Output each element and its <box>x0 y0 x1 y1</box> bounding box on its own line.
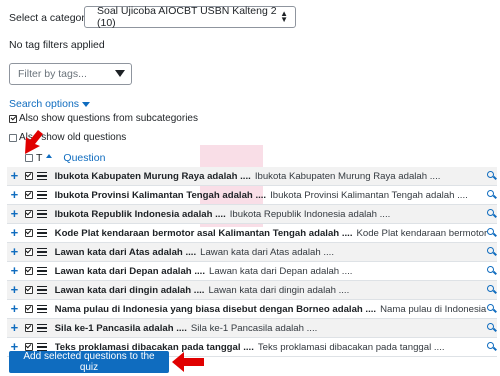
add-selected-button[interactable]: Add selected questions to the quiz <box>9 351 169 373</box>
question-name: Ibukota Provinsi Kalimantan Tengah adala… <box>54 189 267 201</box>
row-checkbox[interactable] <box>24 229 33 237</box>
question-sort-header[interactable]: Question <box>63 152 105 164</box>
question-list: + Ibukota Kabupaten Murung Raya adalah ..… <box>7 167 497 357</box>
row-checkbox[interactable] <box>24 343 33 351</box>
question-text: Ibukota Republik Indonesia adalah .... <box>229 208 391 220</box>
add-to-quiz-icon[interactable]: + <box>8 169 21 182</box>
add-to-quiz-icon[interactable]: + <box>8 226 21 239</box>
row-checkbox[interactable] <box>24 286 33 294</box>
tag-filter-placeholder: Filter by tags... <box>18 68 87 80</box>
select-arrows-icon: ▲ ▼ <box>280 9 288 24</box>
old-questions-checkbox[interactable] <box>9 133 17 142</box>
essay-type-icon <box>36 285 47 295</box>
tag-filter-input[interactable]: Filter by tags... <box>9 63 132 85</box>
essay-type-icon <box>36 323 47 333</box>
category-select[interactable]: Soal Ujicoba AIOCBT USBN Kalteng 2 (10) … <box>84 5 296 29</box>
question-text-cell: Sila ke-1 Pancasila adalah .... Sila ke-1… <box>55 323 497 334</box>
row-checkbox[interactable] <box>24 248 33 256</box>
table-row: + Nama pulau di Indonesia yang biasa dise… <box>7 300 497 319</box>
question-text: Lawan kata dari dingin adalah .... <box>208 284 350 296</box>
question-text-cell: Ibukota Kabupaten Murung Raya adalah ...… <box>55 171 497 182</box>
subcategories-option: Also show questions from subcategories <box>9 113 198 124</box>
row-checkbox[interactable] <box>24 172 33 180</box>
question-name: Sila ke-1 Pancasila adalah .... <box>54 322 187 334</box>
category-selected-value: Soal Ujicoba AIOCBT USBN Kalteng 2 (10) <box>97 5 277 29</box>
preview-icon[interactable] <box>487 209 494 216</box>
question-text-cell: Lawan kata dari dingin adalah .... Lawan … <box>55 285 497 296</box>
essay-type-icon <box>36 247 47 257</box>
preview-icon[interactable] <box>487 190 494 197</box>
search-options-label: Search options <box>9 98 80 110</box>
essay-type-icon <box>36 266 47 276</box>
question-text-cell: Lawan kata dari Depan adalah .... Lawan k… <box>55 266 497 277</box>
dropdown-arrow-icon[interactable] <box>115 70 125 77</box>
preview-icon[interactable] <box>487 304 494 311</box>
question-name: Kode Plat kendaraan bermotor asal Kalima… <box>54 227 353 239</box>
question-name: Lawan kata dari dingin adalah .... <box>54 284 205 296</box>
question-name: Ibukota Republik Indonesia adalah .... <box>54 208 226 220</box>
question-text-cell: Ibukota Provinsi Kalimantan Tengah adala… <box>55 190 497 201</box>
question-text: Ibukota Kabupaten Murung Raya adalah ...… <box>254 170 441 182</box>
add-to-quiz-icon[interactable]: + <box>8 207 21 220</box>
essay-type-icon <box>36 209 47 219</box>
row-checkbox[interactable] <box>24 210 33 218</box>
question-text: Lawan kata dari Atas adalah .... <box>200 246 334 258</box>
preview-icon[interactable] <box>487 342 494 349</box>
row-checkbox[interactable] <box>24 267 33 275</box>
preview-icon[interactable] <box>487 171 494 178</box>
question-text: Lawan kata dari Depan adalah .... <box>209 265 353 277</box>
preview-icon[interactable] <box>487 247 494 254</box>
row-checkbox[interactable] <box>24 324 33 332</box>
essay-type-icon <box>36 171 47 181</box>
question-name: Lawan kata dari Depan adalah .... <box>54 265 205 277</box>
arrow-pointer-icon <box>25 130 43 154</box>
question-text: Nama pulau di Indonesia <box>380 303 487 315</box>
table-row: + Kode Plat kendaraan bermotor asal Kalim… <box>7 224 497 243</box>
row-checkbox[interactable] <box>24 191 33 199</box>
subcategories-checkbox[interactable] <box>9 114 17 123</box>
question-text-cell: Nama pulau di Indonesia yang biasa diseb… <box>55 304 497 315</box>
question-name: Ibukota Kabupaten Murung Raya adalah ...… <box>54 170 251 182</box>
add-to-quiz-icon[interactable]: + <box>8 283 21 296</box>
question-text: Ibukota Provinsi Kalimantan Tengah adala… <box>270 189 468 201</box>
no-tag-filters-text: No tag filters applied <box>9 39 105 51</box>
add-to-quiz-icon[interactable]: + <box>8 264 21 277</box>
add-to-quiz-icon[interactable]: + <box>8 302 21 315</box>
table-row: + Ibukota Kabupaten Murung Raya adalah ..… <box>7 167 497 186</box>
question-text-cell: Ibukota Republik Indonesia adalah .... Ib… <box>55 209 497 220</box>
add-to-quiz-icon[interactable]: + <box>8 245 21 258</box>
add-to-quiz-icon[interactable]: + <box>8 188 21 201</box>
table-row: + Lawan kata dari dingin adalah .... Lawan… <box>7 281 497 300</box>
add-to-quiz-icon[interactable]: + <box>8 321 21 334</box>
table-row: + Lawan kata dari Depan adalah .... Lawan … <box>7 262 497 281</box>
arrow-pointer-left-icon <box>172 352 204 372</box>
search-options-toggle[interactable]: Search options <box>9 98 91 110</box>
essay-type-icon <box>36 228 47 238</box>
row-checkbox[interactable] <box>24 305 33 313</box>
preview-icon[interactable] <box>487 266 494 273</box>
question-name: Lawan kata dari Atas adalah .... <box>54 246 197 258</box>
question-text: Sila ke-1 Pancasila adalah .... <box>190 322 318 334</box>
table-row: + Lawan kata dari Atas adalah .... Lawan k… <box>7 243 497 262</box>
question-name: Nama pulau di Indonesia yang biasa diseb… <box>54 303 377 315</box>
question-text-cell: Lawan kata dari Atas adalah .... Lawan ka… <box>55 247 497 258</box>
essay-type-icon <box>36 190 47 200</box>
essay-type-icon <box>36 304 47 314</box>
preview-icon[interactable] <box>487 285 494 292</box>
table-row: + Ibukota Republik Indonesia adalah .... I… <box>7 205 497 224</box>
preview-icon[interactable] <box>487 323 494 330</box>
table-row: + Sila ke-1 Pancasila adalah .... Sila ke-… <box>7 319 497 338</box>
caret-down-icon <box>82 101 91 107</box>
question-text-cell: Kode Plat kendaraan bermotor asal Kalima… <box>55 228 497 239</box>
question-text: Kode Plat kendaraan bermotor <box>356 227 488 239</box>
question-text: Teks proklamasi dibacakan pada tanggal .… <box>257 341 445 353</box>
preview-icon[interactable] <box>487 228 494 235</box>
category-label: Select a category: <box>9 12 94 24</box>
subcategories-label: Also show questions from subcategories <box>19 113 198 124</box>
table-row: + Ibukota Provinsi Kalimantan Tengah adal… <box>7 186 497 205</box>
